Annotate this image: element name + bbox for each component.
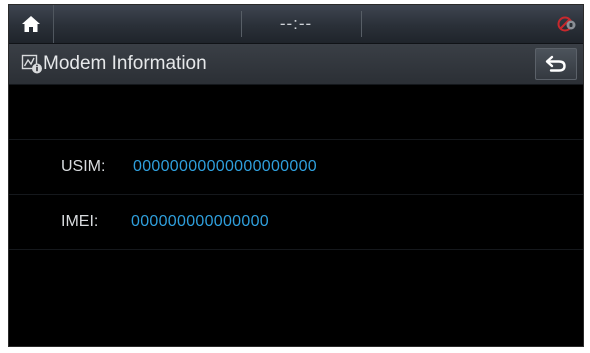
clock-display: --:--	[279, 14, 313, 33]
status-divider-right	[361, 11, 362, 37]
back-button[interactable]	[535, 48, 577, 80]
usim-label: USIM:	[61, 158, 106, 175]
imei-row: IMEI: 000000000000000	[9, 195, 583, 250]
title-bar: Modem Information	[9, 44, 583, 85]
back-arrow-icon	[545, 55, 566, 72]
usim-value: 00000000000000000000	[133, 158, 317, 175]
modem-info-icon	[21, 54, 42, 74]
usim-row: USIM: 00000000000000000000	[9, 140, 583, 195]
info-content: USIM: 00000000000000000000 IMEI: 0000000…	[9, 85, 583, 346]
imei-value: 000000000000000	[131, 213, 269, 230]
mic-mute-status-icon	[557, 16, 576, 32]
empty-row	[9, 85, 583, 140]
head-unit-screen: --:-- Modem Information USIM: 0000000000…	[8, 4, 584, 347]
status-bar: --:--	[9, 5, 583, 44]
imei-label: IMEI:	[61, 213, 99, 230]
page-title: Modem Information	[43, 53, 207, 74]
